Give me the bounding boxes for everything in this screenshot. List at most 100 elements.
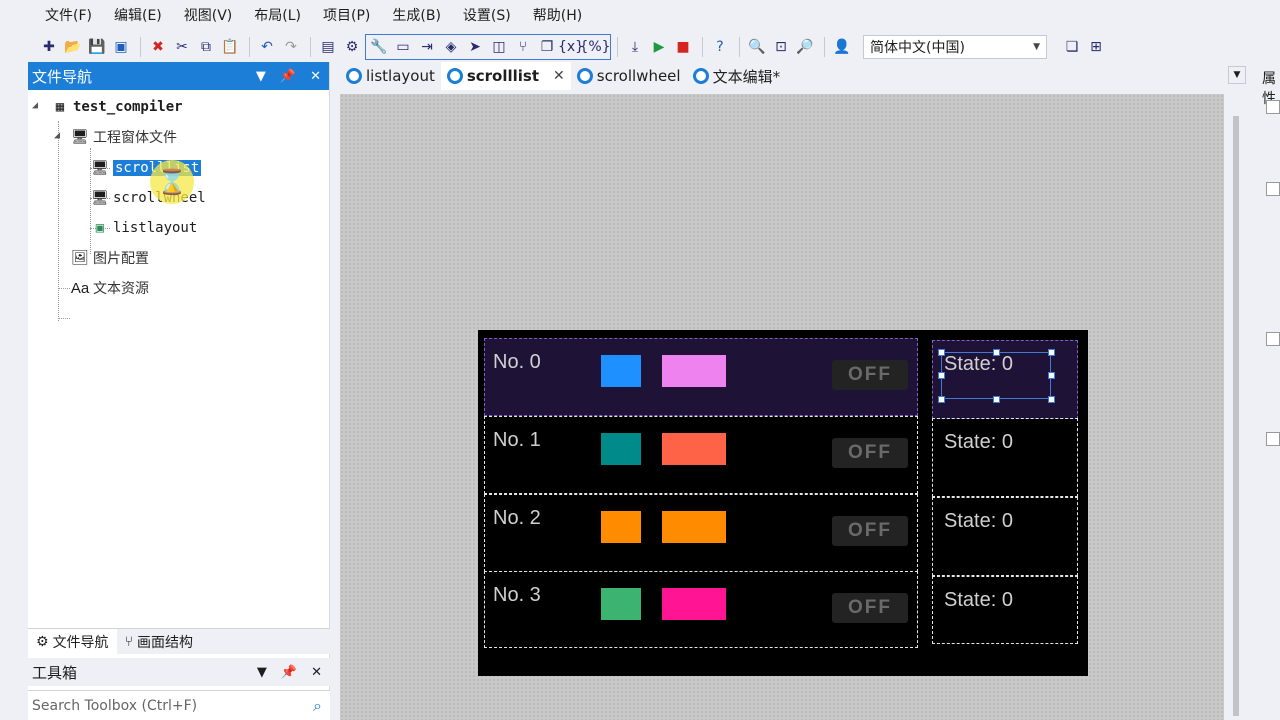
list-item[interactable]: No. 0 OFF xyxy=(484,338,918,416)
vertical-scrollbar[interactable] xyxy=(1232,110,1240,720)
paste-icon[interactable]: 📋 xyxy=(219,36,241,58)
state-item[interactable]: State: 0 xyxy=(932,418,1078,497)
list-item[interactable]: No. 1 OFF xyxy=(484,416,918,494)
language-value: 简体中文(中国) xyxy=(870,40,965,56)
stop-icon[interactable]: ■ xyxy=(672,36,694,58)
menu-settings[interactable]: 设置(S) xyxy=(452,0,522,32)
copy-icon[interactable]: ⧉ xyxy=(195,36,217,58)
code-icon[interactable]: {%} xyxy=(579,36,610,58)
close-tab-icon[interactable]: ✕ xyxy=(553,68,565,84)
delete-icon[interactable]: ✖ xyxy=(147,36,169,58)
open-folder-icon[interactable]: 📂 xyxy=(62,36,84,58)
device-screen[interactable]: No. 0 OFF No. 1 OFF No. 2 OFF No. 3 OFF … xyxy=(478,330,1088,676)
off-button[interactable]: OFF xyxy=(832,360,908,390)
tab-label: listlayout xyxy=(366,67,435,85)
zoom-out-icon[interactable]: 🔍 xyxy=(746,36,768,58)
menu-layout[interactable]: 布局(L) xyxy=(243,0,312,32)
resize-handle[interactable] xyxy=(938,349,945,356)
arrow-widget-icon[interactable]: ➤ xyxy=(464,36,486,58)
resize-handle[interactable] xyxy=(1048,372,1055,379)
scroll-list[interactable]: No. 0 OFF No. 1 OFF No. 2 OFF No. 3 OFF xyxy=(484,338,918,648)
off-button[interactable]: OFF xyxy=(832,516,908,546)
panel-dropdown-icon[interactable]: ▼ xyxy=(256,69,266,84)
tree-icon[interactable]: ⑂ xyxy=(512,36,534,58)
tree-images[interactable]: 🖼 图片配置 xyxy=(70,245,149,271)
language-select[interactable]: 简体中文(中国) ▼ xyxy=(863,35,1047,59)
save-icon[interactable]: 💾 xyxy=(86,36,108,58)
layers-icon[interactable]: ◫ xyxy=(488,36,510,58)
tab-list-dropdown-icon[interactable]: ▼ xyxy=(1228,66,1246,84)
search-icon[interactable]: ⌕ xyxy=(313,696,322,716)
wrench-icon[interactable]: 🔧 xyxy=(368,36,390,58)
menu-file[interactable]: 文件(F) xyxy=(34,0,103,32)
copy-layer-icon[interactable]: ❐ xyxy=(536,36,558,58)
resize-handle[interactable] xyxy=(993,349,1000,356)
scrollbar-thumb[interactable] xyxy=(1233,116,1239,716)
collapse-arrow-icon[interactable]: ◢ xyxy=(32,100,38,111)
property-grid-icon[interactable] xyxy=(1266,100,1280,114)
tree-root[interactable]: ▦ test_compiler xyxy=(50,94,183,120)
tab-scrolllist[interactable]: scrolllist ✕ xyxy=(440,62,571,90)
user-icon[interactable]: 👤 xyxy=(831,36,853,58)
window-icon[interactable]: ❏ xyxy=(1061,36,1083,58)
zoom-in-icon[interactable]: 🔎 xyxy=(794,36,816,58)
close-icon[interactable]: ✕ xyxy=(310,69,321,84)
tab-screen-structure[interactable]: ⑂ 画面结构 xyxy=(117,629,201,655)
tab-text-edit[interactable]: 文本编辑* xyxy=(687,62,787,90)
toolbox-search-input[interactable]: Search Toolbox (Ctrl+F) ⌕ xyxy=(28,690,330,720)
run-icon[interactable]: ▶ xyxy=(648,36,670,58)
format-painter-icon[interactable]: ▤ xyxy=(317,36,339,58)
tree-project-windows[interactable]: 🖥 工程窗体文件 xyxy=(70,124,177,150)
structure-icon: ⑂ xyxy=(124,633,133,650)
save-all-icon[interactable]: ▣ xyxy=(110,36,132,58)
tab-scrollwheel[interactable]: scrollwheel xyxy=(571,62,687,90)
new-file-icon[interactable]: ✚ xyxy=(38,36,60,58)
state-list[interactable]: State: 0 State: 0 State: 0 State: 0 xyxy=(932,338,1078,646)
document-icon xyxy=(446,68,463,84)
tree-texts[interactable]: Aa 文本资源 xyxy=(70,275,149,301)
tab-listlayout[interactable]: listlayout xyxy=(340,62,441,90)
off-button[interactable]: OFF xyxy=(832,438,908,468)
redo-icon[interactable]: ↷ xyxy=(280,36,302,58)
zoom-fit-icon[interactable]: ⊡ xyxy=(770,36,792,58)
off-button[interactable]: OFF xyxy=(832,593,908,623)
undo-icon[interactable]: ↶ xyxy=(256,36,278,58)
cut-icon[interactable]: ✂ xyxy=(171,36,193,58)
collapse-arrow-icon[interactable]: ◢ xyxy=(54,130,60,141)
resize-handle[interactable] xyxy=(1048,349,1055,356)
resize-handle[interactable] xyxy=(1048,396,1055,403)
state-item[interactable]: State: 0 xyxy=(932,340,1078,419)
resize-handle[interactable] xyxy=(938,372,945,379)
toolbar-separator xyxy=(702,37,703,57)
menu-build[interactable]: 生成(B) xyxy=(381,0,452,32)
document-icon xyxy=(576,68,593,84)
state-item[interactable]: State: 0 xyxy=(932,576,1078,644)
menu-edit[interactable]: 编辑(E) xyxy=(103,0,173,32)
device-icon[interactable]: ▭ xyxy=(392,36,414,58)
property-item-icon[interactable] xyxy=(1266,432,1280,446)
tree-item-listlayout[interactable]: ▣ listlayout xyxy=(90,215,198,241)
pin-icon[interactable]: 📌 xyxy=(281,665,297,680)
toolbox-dropdown-icon[interactable]: ▼ xyxy=(257,665,267,680)
close-icon[interactable]: ✕ xyxy=(311,665,322,680)
property-item-icon[interactable] xyxy=(1266,182,1280,196)
widget-icon[interactable]: ◈ xyxy=(440,36,462,58)
resize-handle[interactable] xyxy=(938,396,945,403)
toolbar-separator xyxy=(739,37,740,57)
state-item[interactable]: State: 0 xyxy=(932,497,1078,576)
menu-help[interactable]: 帮助(H) xyxy=(522,0,593,32)
help-icon[interactable]: ? xyxy=(709,36,731,58)
tile-icon[interactable]: ⊞ xyxy=(1085,36,1107,58)
gear-icon[interactable]: ⚙ xyxy=(341,36,363,58)
tab-file-navigation[interactable]: ⚙ 文件导航 xyxy=(28,628,117,655)
selection-box[interactable] xyxy=(938,349,1055,403)
download-icon[interactable]: ⤓ xyxy=(624,36,646,58)
property-item-icon[interactable] xyxy=(1266,332,1280,346)
resize-handle[interactable] xyxy=(993,396,1000,403)
list-item[interactable]: No. 2 OFF xyxy=(484,494,918,572)
menu-view[interactable]: 视图(V) xyxy=(173,0,244,32)
menu-project[interactable]: 项目(P) xyxy=(312,0,381,32)
pin-icon[interactable]: 📌 xyxy=(280,69,296,84)
list-item[interactable]: No. 3 OFF xyxy=(484,571,918,648)
export-icon[interactable]: ⇥ xyxy=(416,36,438,58)
